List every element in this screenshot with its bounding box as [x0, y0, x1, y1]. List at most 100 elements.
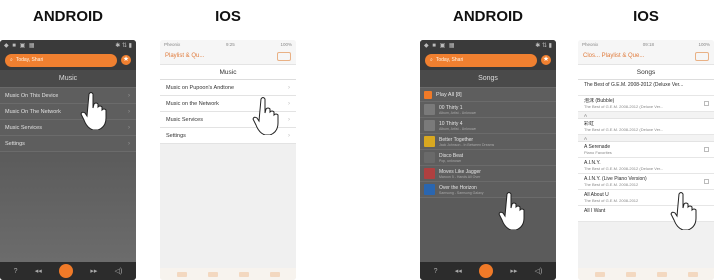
play-icon[interactable] — [625, 271, 636, 277]
song-subtitle: Pop, unknown — [439, 158, 462, 163]
song-row[interactable]: 10 Thirty 4 Album, Artist - Unknown — [420, 118, 556, 134]
next-icon[interactable] — [238, 271, 249, 277]
menu-item-music-on-device[interactable]: Music on Pupoon's Andtone › — [160, 80, 296, 96]
volume-icon[interactable]: ◁) — [535, 267, 543, 275]
system-icons: ✱ ⇅ ▮ — [535, 42, 552, 49]
help-icon[interactable]: ? — [14, 268, 18, 275]
volume-icon[interactable] — [687, 271, 698, 277]
menu-item-label: Music on Pupoon's Andtone — [166, 84, 235, 91]
time-label: 09:18 — [642, 41, 654, 47]
menu-item-settings[interactable]: Settings › — [0, 136, 136, 152]
android-songs-screen: ◆ ■ ▣ ▦ ✱ ⇅ ▮ ⌕ Today, Shari ★ Songs Pla… — [420, 40, 556, 280]
album-art — [424, 168, 435, 179]
menu-item-music-on-network[interactable]: Music On The Network › — [0, 104, 136, 120]
song-row[interactable]: 00 Thirty 1 Album, Artist - Unknown — [420, 102, 556, 118]
nav-bar: Clos... Playlist & Que... — [578, 48, 714, 64]
search-bar: ⌕ Today, Shari ★ — [0, 50, 136, 70]
back-button[interactable]: Playlist & Qu... — [165, 53, 204, 59]
heading-android-2: ANDROID — [453, 8, 523, 25]
play-icon[interactable] — [207, 271, 218, 277]
song-row[interactable]: A Serenade Piano Favorites — [578, 142, 714, 158]
previous-icon[interactable]: ◂◂ — [455, 267, 462, 275]
song-row[interactable]: The Best of G.E.M. 2008-2012 (Deluxe Ver… — [578, 80, 714, 96]
status-bar: Pheonix 9:25 100% — [160, 40, 296, 48]
search-placeholder: Today, Shari — [435, 57, 464, 63]
tap-hand-icon — [252, 97, 279, 135]
now-playing-icon[interactable] — [277, 51, 291, 61]
play-all-icon — [424, 90, 432, 99]
play-all-row[interactable]: Play All [8] — [420, 88, 556, 102]
song-subtitle: The Best of G.E.M. 2008-2012 — [584, 182, 639, 187]
system-icons: ✱ ⇅ ▮ — [115, 42, 132, 49]
back-button[interactable]: Clos... Playlist & Que... — [583, 53, 644, 59]
next-icon[interactable] — [656, 271, 667, 277]
song-subtitle: Samsung - Samsung Galaxy — [439, 190, 484, 195]
song-row[interactable]: Better Together Jack Johnson - In Between… — [420, 134, 556, 150]
download-icon[interactable] — [704, 101, 709, 106]
status-bar: ◆ ■ ▣ ▦ ✱ ⇅ ▮ — [420, 40, 556, 50]
song-subtitle: Piano Favorites — [584, 150, 612, 155]
song-subtitle: Album, Artist - Unknown — [439, 126, 477, 131]
song-row[interactable]: A.I.N.Y. (Live Piano Version) The Best of… — [578, 174, 714, 190]
download-icon[interactable] — [704, 179, 709, 184]
previous-icon[interactable] — [176, 271, 187, 277]
menu-item-label: Music On The Network — [5, 108, 61, 115]
favorite-icon[interactable]: ★ — [541, 55, 551, 65]
next-icon[interactable]: ▸▸ — [510, 267, 517, 275]
chevron-right-icon: › — [288, 116, 290, 123]
song-subtitle: The Best of G.E.M. 2008-2012 (Deluxe Ver… — [584, 166, 664, 171]
search-bar: ⌕ Today, Shari ★ — [420, 50, 556, 70]
volume-icon[interactable]: ◁) — [115, 267, 123, 275]
help-icon[interactable]: ? — [434, 268, 438, 275]
tap-hand-icon — [498, 192, 525, 230]
song-title: The Best of G.E.M. 2008-2012 (Deluxe Ver… — [584, 82, 684, 88]
volume-icon[interactable] — [269, 271, 280, 277]
search-placeholder: Today, Shari — [15, 57, 44, 63]
chevron-right-icon: › — [128, 124, 130, 131]
album-art — [424, 136, 435, 147]
carrier-label: Pheonix — [582, 41, 599, 47]
song-row[interactable]: 泡沫 (Bubble) The Best of G.E.M. 2008-2012 … — [578, 96, 714, 112]
heading-ios-1: IOS — [215, 8, 241, 25]
menu-item-label: Music On This Device — [5, 92, 59, 99]
menu-item-label: Music Services — [5, 124, 42, 131]
search-input[interactable]: ⌕ Today, Shari — [425, 53, 537, 67]
music-note-icon — [424, 152, 435, 163]
search-input[interactable]: ⌕ Today, Shari — [5, 53, 117, 67]
player-bar — [578, 268, 714, 280]
song-subtitle: The Best of G.E.M. 2008-2012 (Deluxe Ver… — [584, 127, 664, 132]
android-music-screen: ◆ ■ ▣ ▦ ✱ ⇅ ▮ ⌕ Today, Shari ★ Music Mus… — [0, 40, 136, 280]
tap-hand-icon — [670, 192, 697, 230]
song-subtitle: Jack Johnson - In Between Dreams — [439, 142, 495, 147]
download-icon[interactable] — [704, 147, 709, 152]
song-row[interactable]: Disco Beat Pop, unknown — [420, 150, 556, 166]
section-header: A — [578, 112, 714, 119]
heading-android-1: ANDROID — [33, 8, 103, 25]
song-row[interactable]: Over the Horizon Samsung - Samsung Galaxy — [420, 182, 556, 198]
play-button[interactable] — [59, 264, 74, 278]
album-art — [424, 184, 435, 195]
next-icon[interactable]: ▸▸ — [90, 267, 97, 275]
notification-icons: ◆ ■ ▣ ▦ — [424, 42, 456, 49]
song-subtitle: Album, Artist - Unknown — [439, 110, 477, 115]
notification-icons: ◆ ■ ▣ ▦ — [4, 42, 36, 49]
heading-ios-2: IOS — [633, 8, 659, 25]
song-row[interactable]: A.I.N.Y. The Best of G.E.M. 2008-2012 (De… — [578, 158, 714, 174]
menu-item-music-on-device[interactable]: Music On This Device › — [0, 88, 136, 104]
now-playing-icon[interactable] — [695, 51, 709, 61]
song-row[interactable]: 彩虹 The Best of G.E.M. 2008-2012 (Deluxe V… — [578, 119, 714, 135]
play-button[interactable] — [479, 264, 494, 278]
battery-label: 100% — [698, 41, 710, 47]
status-bar: ◆ ■ ▣ ▦ ✱ ⇅ ▮ — [0, 40, 136, 50]
tap-hand-icon — [80, 92, 107, 130]
previous-icon[interactable]: ◂◂ — [35, 267, 42, 275]
chevron-right-icon: › — [288, 100, 290, 107]
page-title: Music — [0, 70, 136, 88]
menu-item-label: Settings — [166, 132, 186, 139]
menu-item-label: Music Services — [166, 116, 203, 123]
favorite-icon[interactable]: ★ — [121, 55, 131, 65]
status-bar: Pheonix 09:18 100% — [578, 40, 714, 48]
song-row[interactable]: Moves Like Jagger Maroon 5 - Hands All Ov… — [420, 166, 556, 182]
previous-icon[interactable] — [594, 271, 605, 277]
menu-item-music-services[interactable]: Music Services › — [0, 120, 136, 136]
